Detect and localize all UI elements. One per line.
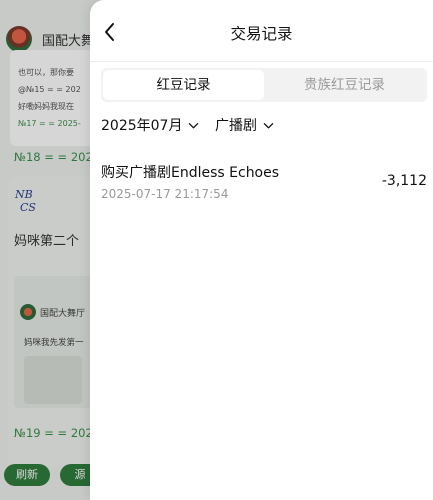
record-amount: -3,112 bbox=[381, 173, 427, 189]
chevron-down-icon bbox=[263, 122, 274, 128]
record-type-tabs: 红豆记录 贵族红豆记录 bbox=[101, 68, 427, 102]
month-filter-dropdown[interactable]: 2025年07月 bbox=[101, 115, 199, 135]
tab-noble-red-bean-records[interactable]: 贵族红豆记录 bbox=[264, 70, 425, 100]
category-filter-label: 广播剧 bbox=[215, 118, 257, 134]
chevron-down-icon bbox=[189, 122, 199, 128]
transaction-records-sheet: 交易记录 红豆记录 贵族红豆记录 2025年07月 广播剧 购买广播剧Endle… bbox=[90, 0, 433, 500]
month-filter-label: 2025年07月 bbox=[101, 118, 183, 134]
nav-bar: 交易记录 bbox=[90, 0, 433, 62]
record-title: 购买广播剧Endless Echoes bbox=[101, 165, 280, 181]
transaction-record-item[interactable]: 购买广播剧Endless Echoes 2025-07-17 21:17:54 … bbox=[101, 160, 427, 210]
record-timestamp: 2025-07-17 21:17:54 bbox=[101, 187, 229, 201]
page-title: 交易记录 bbox=[230, 25, 293, 43]
category-filter-dropdown[interactable]: 广播剧 bbox=[215, 115, 274, 135]
tab-red-bean-records[interactable]: 红豆记录 bbox=[103, 70, 264, 100]
